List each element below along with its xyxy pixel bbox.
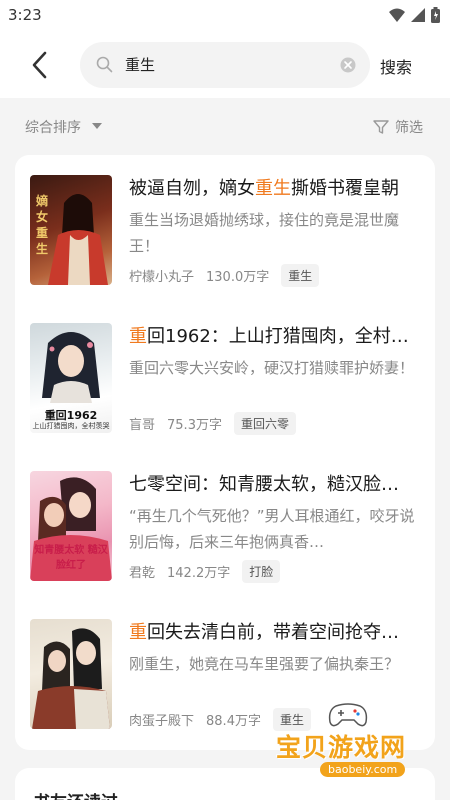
title-text: 撕婚书覆皇朝 [291, 178, 399, 199]
book-tag[interactable]: 打脸 [242, 560, 281, 583]
book-author: 柠檬小丸子 [129, 270, 195, 285]
book-cover[interactable]: 知青腰太软 糙汉脸红了 [30, 471, 112, 581]
watermark-text: 宝贝游戏网 [276, 733, 407, 762]
title-text: 回1962：上山打猎囤肉，全村… [147, 326, 409, 347]
book-title[interactable]: 被逼自刎，嫡女重生撕婚书覆皇朝 [129, 174, 429, 200]
book-meta: 盲哥 75.3万字 重回六零 [129, 412, 296, 435]
sort-filter-row: 综合排序 筛选 [0, 98, 450, 154]
signal-icon [411, 8, 425, 22]
search-box[interactable]: 重生 [80, 42, 370, 88]
svg-text:生: 生 [36, 241, 48, 256]
section-title: 书友还读过 [33, 788, 118, 800]
book-tag[interactable]: 重回六零 [233, 412, 296, 435]
book-description: 刚重生，她竟在马车里强要了偏执秦王？ [129, 655, 400, 673]
back-button[interactable] [22, 46, 56, 84]
cover-art: 嫡 女 重 生 [36, 193, 108, 285]
title-text: 被逼自刎，嫡女 [129, 178, 255, 199]
battery-icon [431, 7, 440, 23]
sort-dropdown[interactable]: 综合排序 [25, 117, 81, 137]
title-highlight: 重 [129, 622, 147, 643]
sort-caret-icon[interactable] [92, 123, 102, 129]
book-author: 君乾 [129, 566, 156, 581]
svg-text:嫡: 嫡 [36, 193, 48, 208]
clear-icon[interactable] [340, 57, 356, 73]
status-icons [389, 7, 440, 23]
book-word-count: 88.4万字 [206, 714, 261, 729]
watermark-url: baobeiy.com [320, 762, 406, 777]
book-meta: 柠檬小丸子 130.0万字 重生 [129, 264, 320, 287]
cover-title: 知青腰太软 糙汉脸红了 [34, 545, 108, 571]
book-meta: 君乾 142.2万字 打脸 [129, 560, 281, 583]
cover-subtitle: 上山打猎囤肉，全村羡哭 [32, 422, 110, 430]
search-button[interactable]: 搜索 [380, 54, 412, 78]
book-description: “再生几个气死他？”男人耳根通红，咬牙说别后悔，后来三年抱俩真香… [129, 507, 415, 551]
title-highlight: 重生 [255, 178, 291, 199]
search-icon [96, 56, 113, 73]
gamepad-icon [328, 703, 368, 727]
results-card: 嫡 女 重 生 被逼自刎，嫡女重生撕婚书覆皇朝 重生当场退婚抛绣球，接住的竟是混… [15, 155, 435, 750]
title-text: 回失去清白前，带着空间抢夺… [147, 622, 399, 643]
book-title[interactable]: 七零空间：知青腰太软，糙汉脸… [129, 470, 429, 496]
cover-art [32, 628, 110, 729]
book-description: 重回六零大兴安岭，硬汉打猎赎罪护娇妻！ [129, 359, 415, 377]
search-header: 重生 搜索 [0, 32, 450, 98]
book-description: 重生当场退婚抛绣球，接住的竟是混世魔王！ [129, 211, 400, 255]
book-word-count: 130.0万字 [206, 270, 270, 285]
back-arrow-icon [32, 51, 47, 79]
book-author: 盲哥 [129, 418, 156, 433]
book-word-count: 75.3万字 [167, 418, 222, 433]
wifi-icon [389, 8, 405, 22]
status-bar: 3:23 [0, 0, 450, 32]
book-title[interactable]: 重回失去清白前，带着空间抢夺… [129, 618, 429, 644]
book-title[interactable]: 重回1962：上山打猎囤肉，全村… [129, 322, 429, 348]
watermark: 宝贝游戏网 baobeiy.com [270, 702, 440, 784]
book-cover[interactable]: 嫡 女 重 生 [30, 175, 112, 285]
book-author: 肉蛋子殿下 [129, 714, 195, 729]
book-item[interactable]: 知青腰太软 糙汉脸红了 七零空间：知青腰太软，糙汉脸… “再生几个气死他？”男人… [15, 451, 435, 599]
svg-text:女: 女 [36, 209, 48, 224]
svg-text:重: 重 [36, 225, 48, 240]
title-text: 七零空间：知青腰太软，糙汉脸… [129, 474, 399, 495]
title-highlight: 重 [129, 326, 147, 347]
filter-button[interactable]: 筛选 [395, 117, 423, 137]
book-word-count: 142.2万字 [167, 566, 231, 581]
book-cover[interactable] [30, 619, 112, 729]
book-item[interactable]: 嫡 女 重 生 被逼自刎，嫡女重生撕婚书覆皇朝 重生当场退婚抛绣球，接住的竟是混… [15, 155, 435, 303]
book-cover[interactable]: 重回1962 上山打猎囤肉，全村羡哭 [30, 323, 112, 433]
filter-icon[interactable] [373, 119, 389, 135]
book-tag[interactable]: 重生 [281, 264, 320, 287]
book-item[interactable]: 重回1962 上山打猎囤肉，全村羡哭 重回1962：上山打猎囤肉，全村… 重回六… [15, 303, 435, 451]
status-time: 3:23 [8, 6, 42, 24]
search-input[interactable]: 重生 [125, 54, 155, 75]
